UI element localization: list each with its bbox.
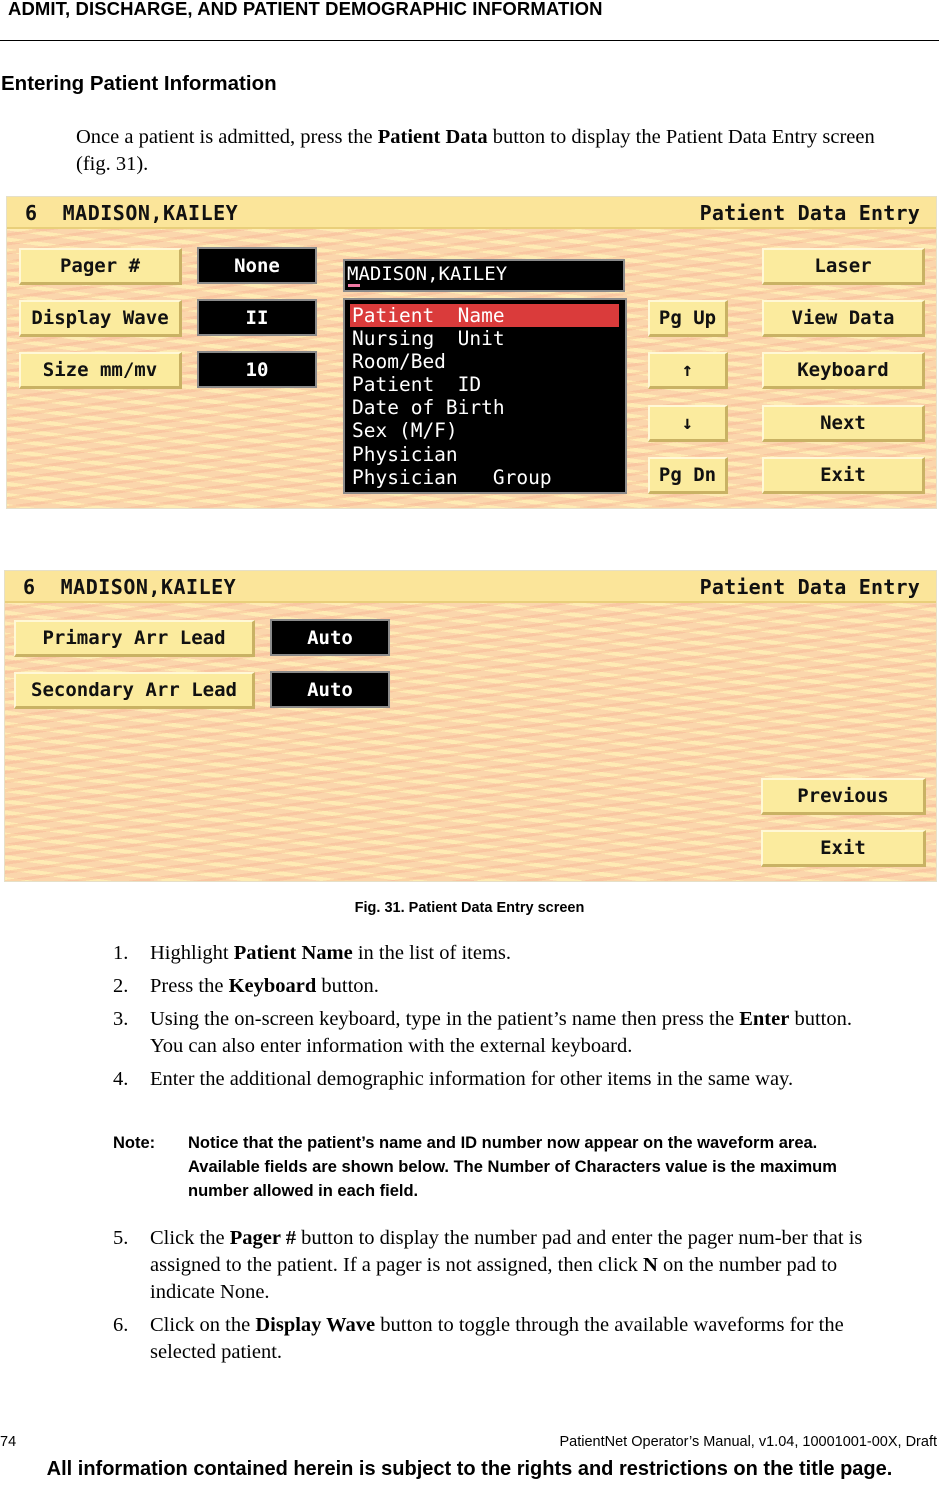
page-number: 74 [0, 1434, 17, 1450]
figure-caption: Fig. 31. Patient Data Entry screen [354, 900, 585, 916]
previous-button[interactable]: Previous [761, 778, 926, 815]
list-item-patient-id[interactable]: Patient ID [350, 373, 619, 396]
manual-title: PatientNet Operator’s Manual, v1.04, 100… [559, 1434, 938, 1450]
pager-value: None [197, 247, 317, 284]
list-item-date-of-birth[interactable]: Date of Birth [350, 396, 619, 419]
page-down-button[interactable]: Pg Dn [648, 457, 728, 494]
intro-bold: Patient Data [377, 126, 488, 148]
step-number: 4. [113, 1068, 129, 1090]
patient-name: MADISON,KAILEY [60, 575, 237, 599]
step-text: in the list of items. [352, 942, 511, 964]
bed-number: 6 [25, 201, 38, 225]
note: Note: Notice that the patient’s name and… [113, 1131, 873, 1203]
legal-notice: All information contained herein is subj… [46, 1458, 893, 1480]
intro-text: Once a patient is admitted, press the [76, 126, 378, 148]
step-text: Click on the [150, 1314, 256, 1336]
step-bold: Patient Name [233, 942, 353, 964]
step-item: 6. Click on the Display Wave button to to… [113, 1312, 873, 1366]
view-data-button[interactable]: View Data [762, 300, 925, 337]
step-text: Highlight [150, 942, 234, 964]
list-item-nursing-unit[interactable]: Nursing Unit [350, 327, 619, 350]
name-input-value: MADISON,KAILEY [347, 263, 508, 285]
bed-patient-label: 6 MADISON,KAILEY [25, 201, 238, 225]
arrow-down-icon: ↓ [681, 412, 694, 434]
step-bold: Pager # [229, 1227, 296, 1249]
keyboard-button[interactable]: Keyboard [762, 352, 925, 389]
list-item-room-bed[interactable]: Room/Bed [350, 350, 619, 373]
step-item: 5. Click the Pager # button to display th… [113, 1225, 873, 1306]
step-number: 5. [113, 1227, 129, 1249]
section-title: Entering Patient Information [1, 72, 277, 95]
header-rule [0, 40, 939, 41]
next-button[interactable]: Next [762, 405, 925, 442]
display-wave-button[interactable]: Display Wave [19, 300, 182, 337]
screen-titlebar: 6 MADISON,KAILEY Patient Data Entry [7, 197, 936, 229]
step-text: Click the [150, 1227, 230, 1249]
step-bold: N [643, 1254, 658, 1276]
step-number: 1. [113, 942, 129, 964]
step-text: Using the on-screen keyboard, type in th… [150, 1008, 740, 1030]
step-bold: Display Wave [255, 1314, 376, 1336]
step-text: Press the [150, 975, 229, 997]
step-item: 2. Press the Keyboard button. [113, 973, 873, 1000]
step-number: 2. [113, 975, 129, 997]
arrow-down-button[interactable]: ↓ [648, 405, 728, 442]
primary-arr-lead-button[interactable]: Primary Arr Lead [14, 620, 255, 657]
list-item-physician-group[interactable]: Physician Group [350, 466, 619, 489]
step-item: 3. Using the on-screen keyboard, type in … [113, 1006, 873, 1060]
step-text: button. [316, 975, 379, 997]
steps-list-b: 5. Click the Pager # button to display th… [113, 1225, 873, 1372]
bed-patient-label: 6 MADISON,KAILEY [23, 575, 236, 599]
screen-title: Patient Data Entry [699, 575, 920, 599]
patient-data-entry-screen-1: 6 MADISON,KAILEY Patient Data Entry Page… [6, 196, 937, 509]
note-text: Notice that the patient’s name and ID nu… [188, 1134, 837, 1200]
screen-titlebar: 6 MADISON,KAILEY Patient Data Entry [5, 571, 936, 603]
note-label: Note: [113, 1134, 156, 1152]
step-item: 4. Enter the additional demographic infor… [113, 1066, 873, 1093]
bed-number: 6 [23, 575, 36, 599]
step-item: 1. Highlight Patient Name in the list of … [113, 940, 873, 967]
step-text: Enter the additional demographic informa… [150, 1068, 794, 1090]
patient-name-input[interactable]: MADISON,KAILEY [343, 259, 625, 292]
list-item-sex[interactable]: Sex (M/F) [350, 419, 619, 442]
patient-name: MADISON,KAILEY [62, 201, 239, 225]
exit-button[interactable]: Exit [761, 830, 926, 867]
field-list[interactable]: Patient Name Nursing Unit Room/Bed Patie… [343, 298, 627, 494]
text-cursor [348, 284, 360, 287]
size-mm-mv-value: 10 [197, 351, 317, 388]
patient-data-entry-screen-2: 6 MADISON,KAILEY Patient Data Entry Prim… [4, 570, 937, 882]
page-up-button[interactable]: Pg Up [648, 300, 728, 337]
size-mm-mv-button[interactable]: Size mm/mv [19, 352, 182, 389]
arrow-up-button[interactable]: ↑ [648, 352, 728, 389]
steps-list-a: 1. Highlight Patient Name in the list of … [113, 940, 873, 1099]
secondary-arr-lead-button[interactable]: Secondary Arr Lead [14, 672, 255, 709]
running-head: ADMIT, DISCHARGE, AND PATIENT DEMOGRAPHI… [8, 0, 603, 19]
step-bold: Enter [739, 1008, 790, 1030]
step-number: 3. [113, 1008, 129, 1030]
list-item-physician[interactable]: Physician [350, 443, 619, 466]
screen-title: Patient Data Entry [699, 201, 920, 225]
list-item-patient-name[interactable]: Patient Name [350, 304, 619, 328]
intro-paragraph: Once a patient is admitted, press the Pa… [76, 124, 876, 178]
step-bold: Keyboard [228, 975, 317, 997]
arrow-up-icon: ↑ [681, 359, 694, 381]
exit-button[interactable]: Exit [762, 457, 925, 494]
pager-button[interactable]: Pager # [19, 248, 182, 285]
step-number: 6. [113, 1314, 129, 1336]
laser-button[interactable]: Laser [762, 248, 925, 285]
primary-arr-lead-value: Auto [270, 619, 390, 656]
display-wave-value: II [197, 299, 317, 336]
secondary-arr-lead-value: Auto [270, 671, 390, 708]
